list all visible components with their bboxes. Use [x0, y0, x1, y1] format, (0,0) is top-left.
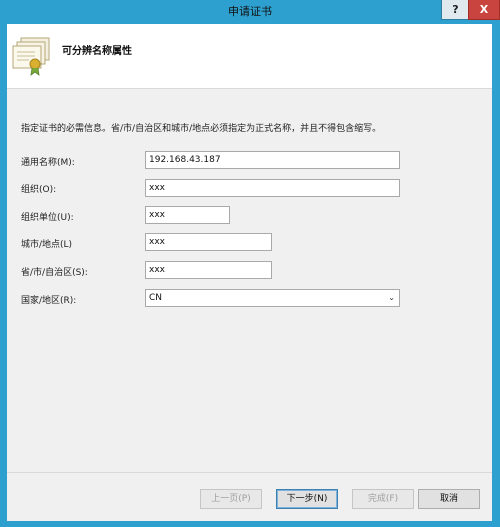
organization-field[interactable]: xxx: [145, 179, 400, 197]
finish-button[interactable]: 完成(F): [352, 489, 414, 509]
title-bar: 申请证书 ? X: [0, 0, 500, 24]
country-select-value: CN: [149, 293, 163, 303]
dialog-body: 可分辨名称属性 指定证书的必需信息。省/市/自治区和城市/地点必须指定为正式名称…: [7, 24, 492, 521]
dialog-window: 申请证书 ? X 可分辨名称属性 指定证书的必需信息。省/市/自治区和城市/地点…: [0, 0, 500, 527]
wizard-header: 可分辨名称属性: [7, 24, 492, 89]
window-title: 申请证书: [228, 5, 272, 18]
help-button[interactable]: ?: [441, 0, 470, 20]
organization-label: 组织(O):: [21, 185, 57, 195]
common-name-label: 通用名称(M):: [21, 158, 75, 168]
wizard-footer: 上一页(P) 下一步(N) 完成(F) 取消: [7, 472, 492, 521]
cancel-button[interactable]: 取消: [418, 489, 480, 509]
org-unit-label: 组织单位(U):: [21, 213, 74, 223]
city-field[interactable]: xxx: [145, 233, 272, 251]
country-label: 国家/地区(R):: [21, 296, 77, 306]
state-field[interactable]: xxx: [145, 261, 272, 279]
certificate-icon: [12, 37, 50, 76]
next-button[interactable]: 下一步(N): [276, 489, 338, 509]
previous-button[interactable]: 上一页(P): [200, 489, 262, 509]
city-label: 城市/地点(L): [21, 240, 73, 250]
common-name-field[interactable]: 192.168.43.187: [145, 151, 400, 169]
page-title: 可分辨名称属性: [62, 46, 132, 57]
chevron-down-icon[interactable]: ⌄: [388, 290, 395, 306]
state-label: 省/市/自治区(S):: [21, 268, 88, 278]
org-unit-field[interactable]: xxx: [145, 206, 230, 224]
instructions-text: 指定证书的必需信息。省/市/自治区和城市/地点必须指定为正式名称，并且不得包含缩…: [21, 124, 382, 134]
country-select[interactable]: CN ⌄: [145, 289, 400, 307]
close-button[interactable]: X: [468, 0, 500, 20]
